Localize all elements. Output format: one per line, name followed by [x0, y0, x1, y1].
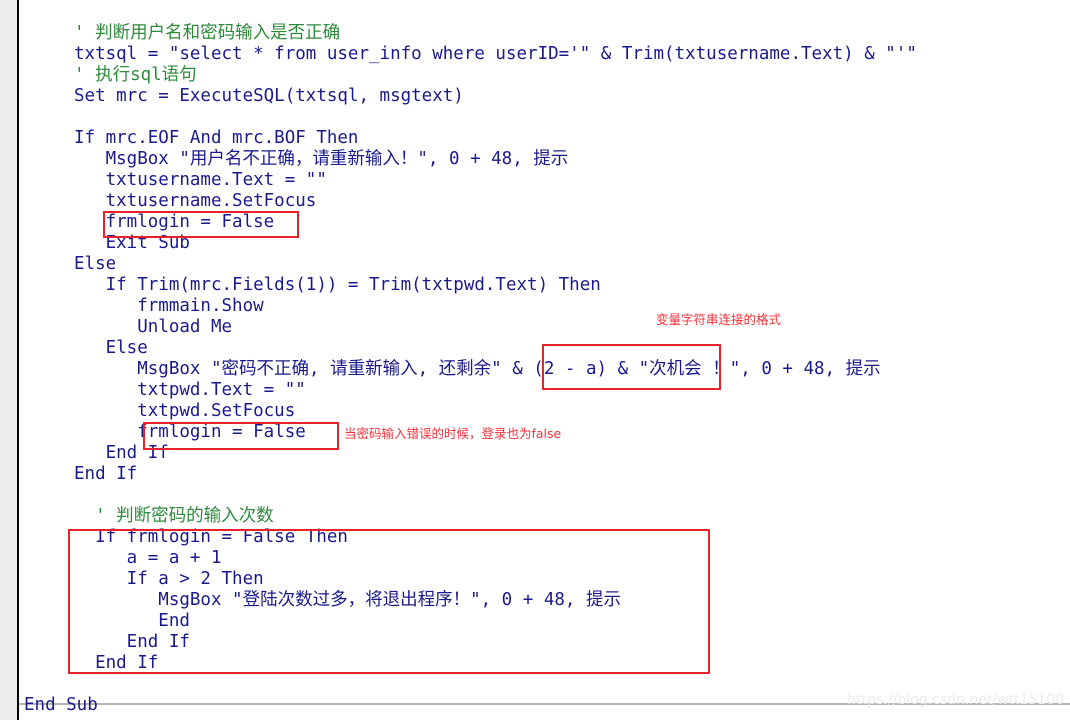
code-line: ' 判断用户名和密码输入是否正确 — [74, 23, 341, 43]
code-line: txtpwd.SetFocus — [74, 401, 296, 421]
code-line: If Trim(mrc.Fields(1)) = Trim(txtpwd.Tex… — [74, 275, 601, 295]
code-line: End If — [74, 632, 190, 652]
code-line: Set mrc = ExecuteSQL(txtsql, msgtext) — [74, 86, 464, 106]
code-line: txtpwd.Text = "" — [74, 380, 306, 400]
code-line: If a > 2 Then — [74, 569, 264, 589]
code-line: frmlogin = False — [74, 212, 275, 232]
editor-gutter-bar-foot — [0, 705, 17, 720]
note-login-false: 当密码输入错误的时候，登录也为false — [344, 426, 562, 441]
code-line: MsgBox "登陆次数过多，将退出程序！", 0 + 48, 提示 — [74, 590, 621, 610]
code-line: If mrc.EOF And mrc.BOF Then — [74, 128, 359, 148]
code-line: MsgBox "用户名不正确，请重新输入！", 0 + 48, 提示 — [74, 149, 569, 169]
code-line: txtusername.Text = "" — [74, 170, 327, 190]
code-line: End If — [74, 443, 169, 463]
code-line: a = a + 1 — [74, 548, 222, 568]
code-line: Else — [74, 338, 148, 358]
code-line: If frmlogin = False Then — [74, 527, 348, 547]
code-line: End If — [74, 464, 138, 484]
code-line: ' 判断密码的输入次数 — [74, 506, 274, 526]
code-line: MsgBox "密码不正确, 请重新输入, 还剩余" & (2 - a) & "… — [74, 359, 881, 379]
code-line: End Sub — [24, 695, 98, 715]
code-line: txtsql = "select * from user_info where … — [74, 44, 917, 64]
code-line: frmlogin = False — [74, 422, 306, 442]
code-line: End If — [74, 653, 159, 673]
code-line: Else — [74, 254, 117, 274]
watermark-text: https://blog.csdn.net/wtt15100 — [847, 692, 1064, 708]
editor-gutter-bar — [0, 0, 17, 705]
code-line: End — [74, 611, 190, 631]
code-line: Unload Me — [74, 317, 233, 337]
code-line: frmmain.Show — [74, 296, 264, 316]
code-line: Exit Sub — [74, 233, 190, 253]
code-line: ' 执行sql语句 — [74, 65, 197, 85]
code-screenshot: ' 判断用户名和密码输入是否正确 txtsql = "select * from… — [0, 0, 1070, 720]
note-string-concat: 变量字符串连接的格式 — [656, 312, 782, 327]
gutter-divider-line-foot — [17, 705, 19, 720]
code-line: txtusername.SetFocus — [74, 191, 317, 211]
code-editor-surface[interactable]: ' 判断用户名和密码输入是否正确 txtsql = "select * from… — [19, 0, 1070, 715]
